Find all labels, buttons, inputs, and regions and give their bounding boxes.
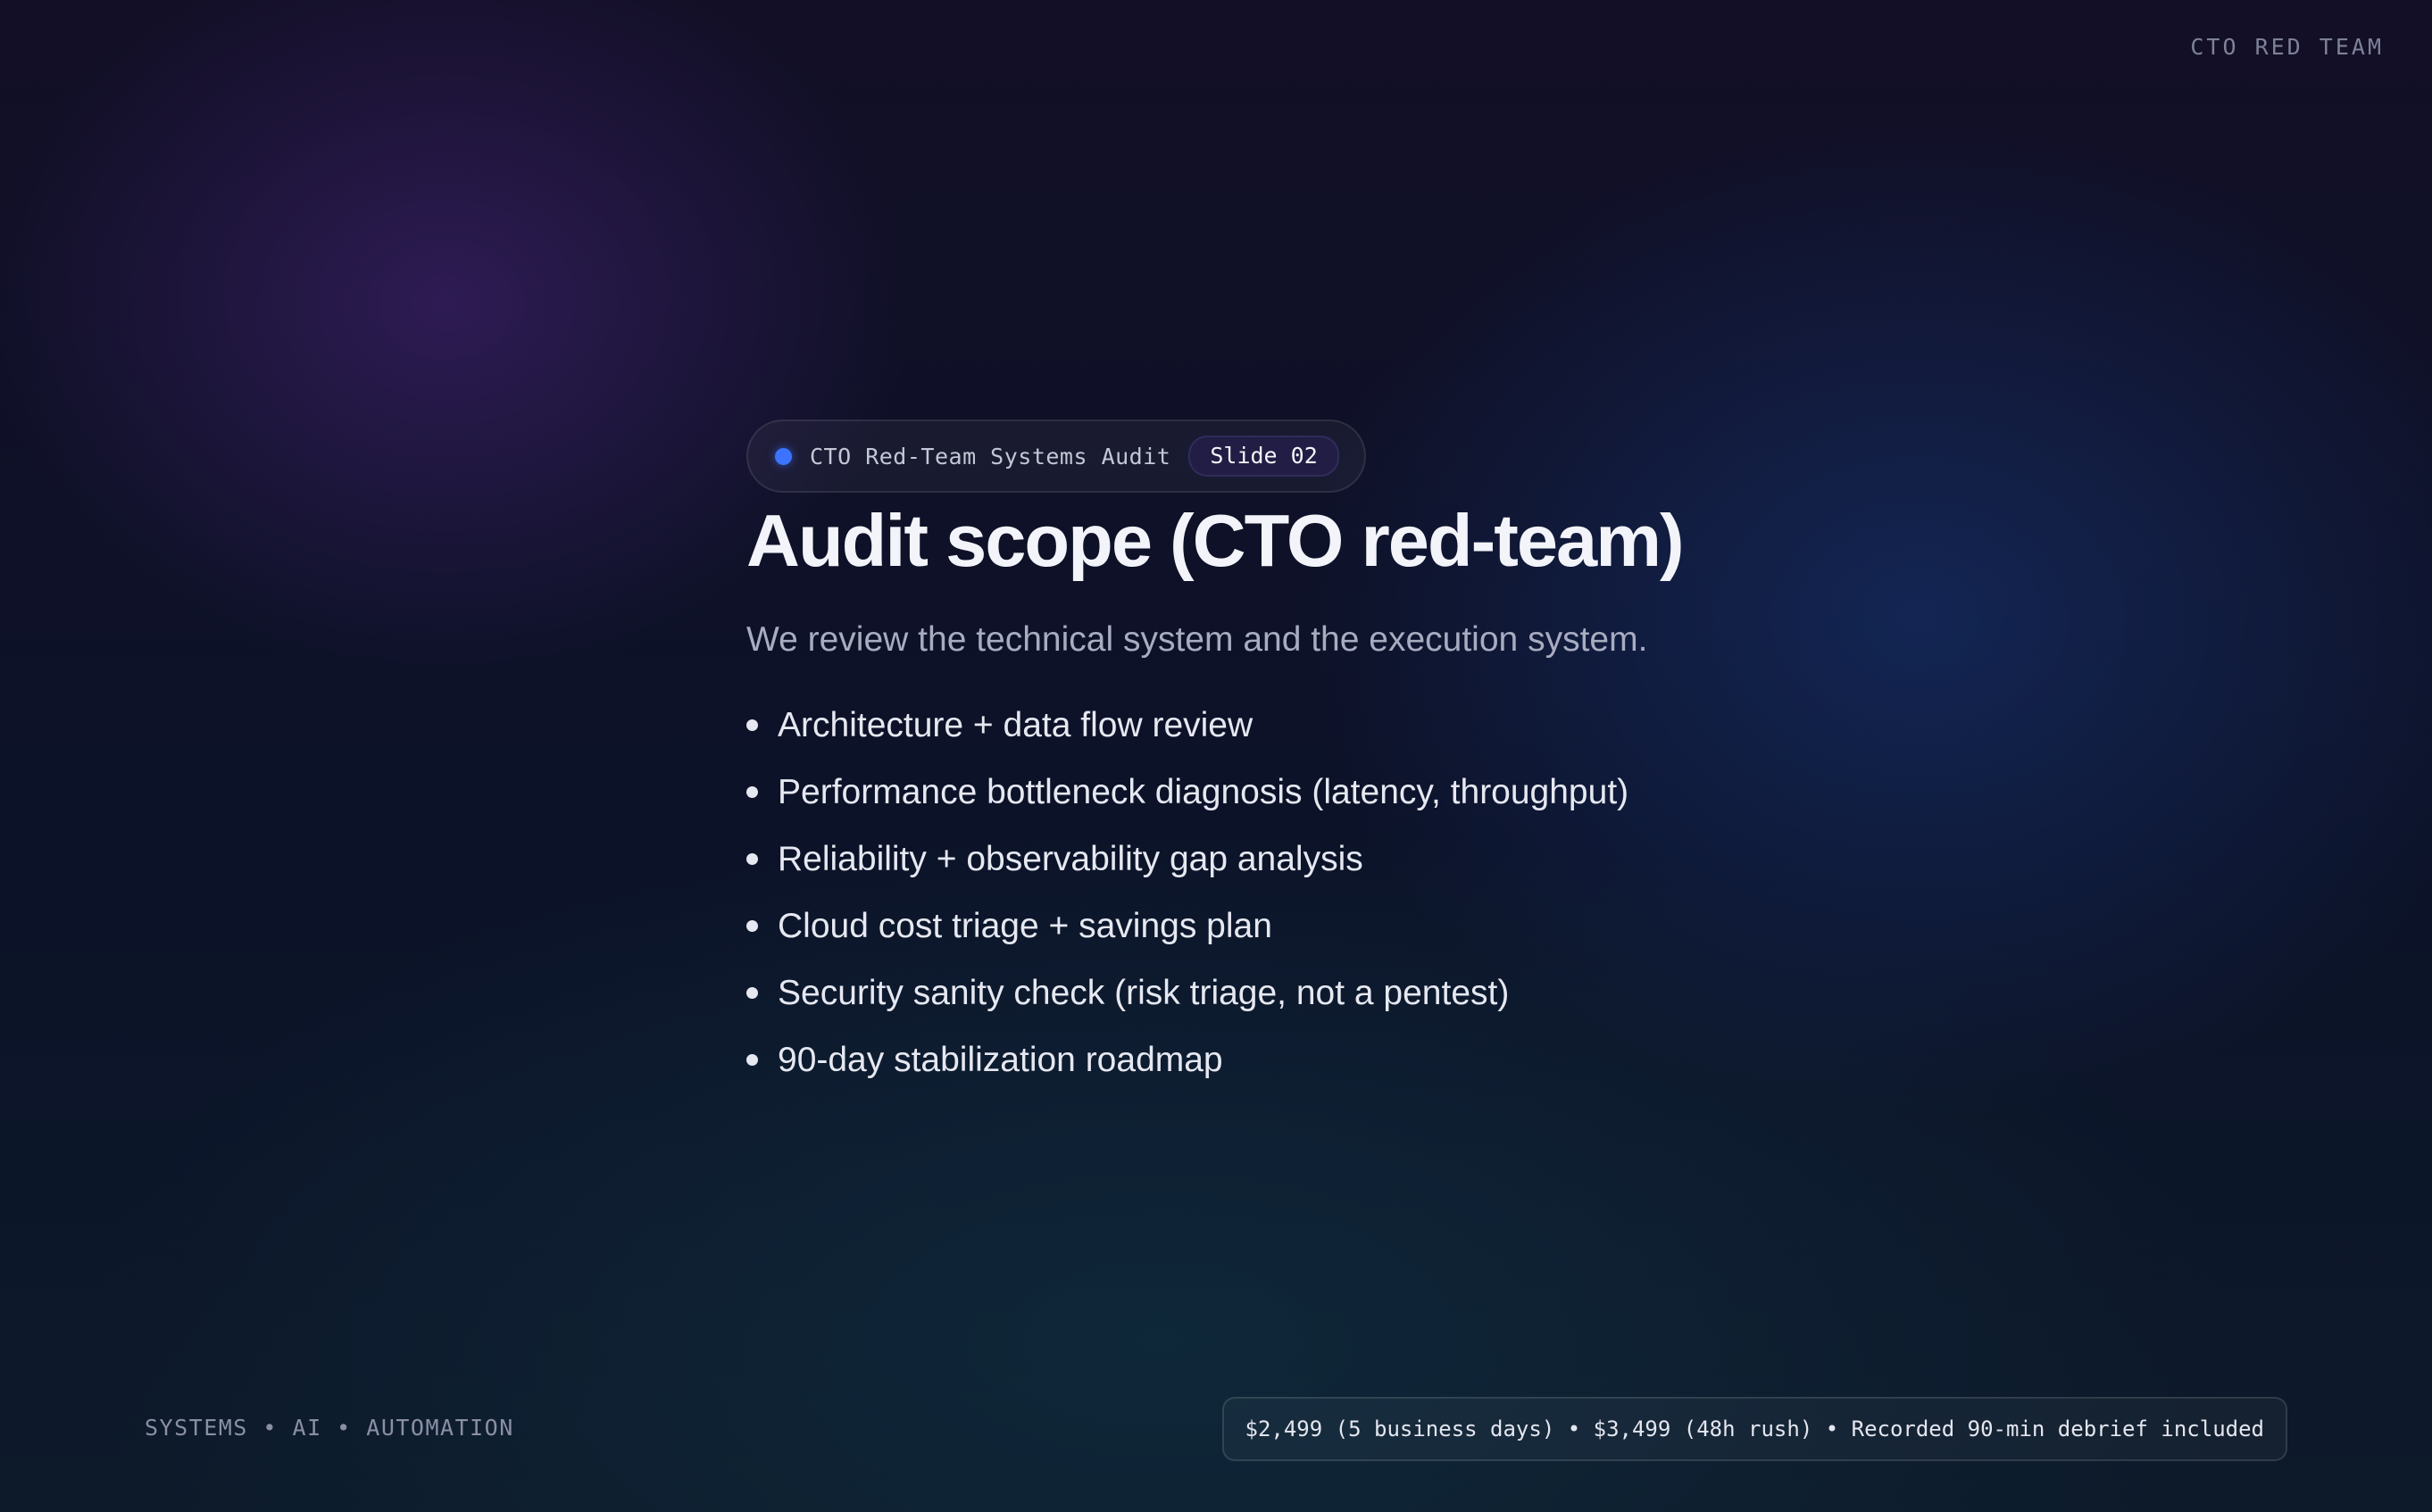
bullet-icon [746,1054,758,1067]
list-item-text: Performance bottleneck diagnosis (latenc… [778,772,1629,811]
scope-list: Architecture + data flow review Performa… [746,692,1907,1093]
list-item: Performance bottleneck diagnosis (latenc… [746,759,1907,826]
list-item: 90-day stabilization roadmap [746,1026,1907,1093]
bullet-icon [746,920,758,933]
bullet-icon [746,987,758,1000]
list-item: Architecture + data flow review [746,692,1907,759]
list-item-text: 90-day stabilization roadmap [778,1040,1223,1079]
bullet-icon [746,853,758,866]
slide-number-badge: Slide 02 [1188,436,1339,477]
slide-title: Audit scope (CTO red-team) [746,499,1685,582]
list-item: Cloud cost triage + savings plan [746,893,1907,960]
list-item-text: Architecture + data flow review [778,705,1253,744]
pricing-badge: $2,499 (5 business days) • $3,499 (48h r… [1221,1397,2287,1461]
list-item: Security sanity check (risk triage, not … [746,960,1907,1026]
deck-label: CTO Red-Team Systems Audit [810,443,1171,469]
list-item-text: Reliability + observability gap analysis [778,839,1363,878]
slide-content: CTO Red-Team Systems Audit Slide 02 Audi… [746,420,1907,1093]
bullet-icon [746,719,758,732]
brand-tag: CTO RED TEAM [2190,34,2384,60]
list-item-text: Cloud cost triage + savings plan [778,906,1272,945]
slide-subtitle: We review the technical system and the e… [746,620,1648,660]
bullet-icon [746,786,758,799]
list-item: Reliability + observability gap analysis [746,826,1907,893]
footer-tagline: SYSTEMS • AI • AUTOMATION [145,1415,514,1441]
deck-label-pill: CTO Red-Team Systems Audit Slide 02 [746,420,1366,493]
list-item-text: Security sanity check (risk triage, not … [778,973,1510,1012]
status-dot-icon [775,447,792,465]
